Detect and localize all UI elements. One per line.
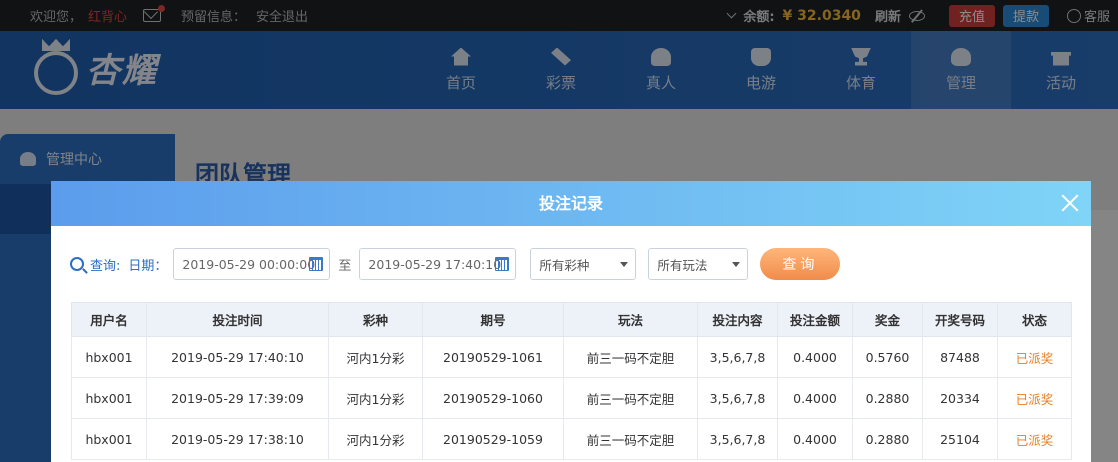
close-icon[interactable] [1059,192,1081,214]
column-header: 投注金额 [777,302,853,337]
column-header: 彩种 [328,302,423,337]
column-header: 奖金 [852,302,923,337]
start-date-input[interactable]: 2019-05-29 00:00:00 [173,248,331,280]
table-header-row: 用户名 投注时间 彩种 期号 玩法 投注内容 投注金额 奖金 开奖号码 状态 [71,302,1072,337]
modal-header: 投注记录 [51,181,1091,226]
column-header: 开奖号码 [922,302,998,337]
column-header: 用户名 [71,302,147,337]
calendar-icon[interactable] [495,257,510,271]
play-type-select[interactable]: 所有玩法 [648,248,749,280]
query-button[interactable]: 查询 [760,248,841,280]
search-icon [70,257,84,271]
column-header: 期号 [422,302,564,337]
filter-bar: 查询: 日期： 2019-05-29 00:00:00 至 2019-05-29… [70,248,841,280]
table-row: hbx001 2019-05-29 17:39:09 河内1分彩 2019052… [71,377,1072,419]
end-date-input[interactable]: 2019-05-29 17:40:10 [359,248,517,280]
column-header: 玩法 [563,302,698,337]
status-badge: 已派奖 [997,377,1072,419]
modal-title: 投注记录 [538,194,603,213]
column-header: 投注时间 [146,302,329,337]
to-label: 至 [338,258,352,274]
status-badge: 已派奖 [997,336,1072,378]
calendar-icon[interactable] [309,257,324,271]
table-row: hbx001 2019-05-29 17:40:10 河内1分彩 2019052… [71,336,1072,378]
column-header: 投注内容 [697,302,778,337]
column-header: 状态 [997,302,1072,337]
bet-records-table: 用户名 投注时间 彩种 期号 玩法 投注内容 投注金额 奖金 开奖号码 状态 h… [71,302,1072,460]
lottery-type-select[interactable]: 所有彩种 [530,248,637,280]
query-label: 查询: [90,258,121,274]
date-label: 日期： [128,258,168,274]
bet-records-modal: 投注记录 查询: 日期： 2019-05-29 00:00:00 至 2019-… [51,181,1091,462]
table-row: hbx001 2019-05-29 17:38:10 河内1分彩 2019052… [71,418,1072,460]
status-badge: 已派奖 [997,418,1072,460]
